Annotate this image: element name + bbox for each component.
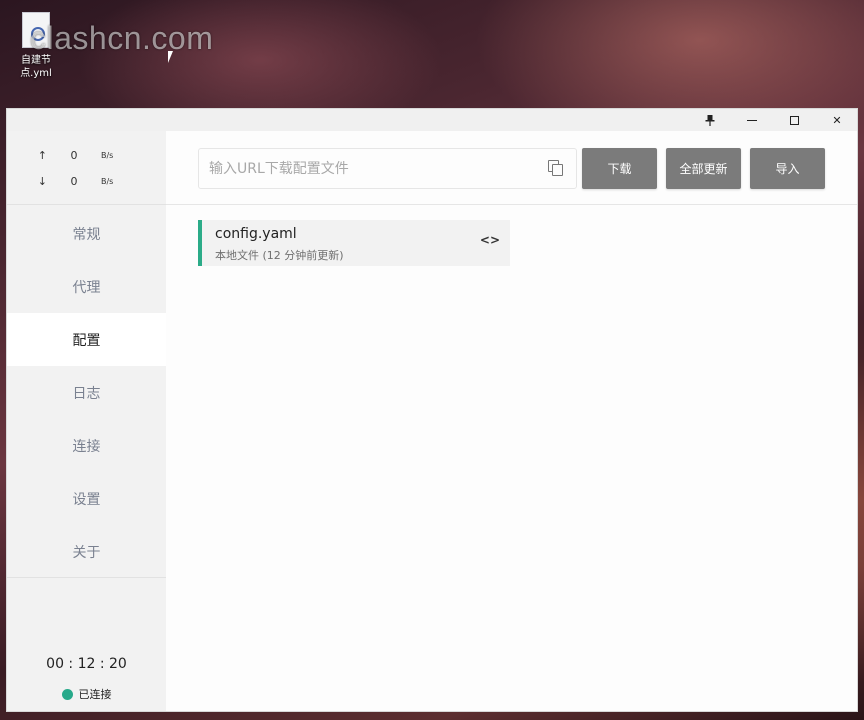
desktop-file-label: 自建节点.yml xyxy=(20,55,52,79)
upload-arrow-icon: ↑ xyxy=(37,148,47,162)
sidebar-nav: 常规 代理 配置 日志 连接 设置 关于 xyxy=(7,205,166,578)
minimize-button[interactable] xyxy=(732,109,772,131)
url-input[interactable] xyxy=(198,148,577,189)
watermark-text: clashcn.com xyxy=(30,20,214,56)
mouse-cursor-icon xyxy=(168,51,173,63)
pin-button[interactable] xyxy=(690,109,730,131)
sidebar-item-settings[interactable]: 设置 xyxy=(7,472,166,525)
upload-speed: ↑ 0 B/s xyxy=(7,142,166,168)
profiles-header: 下载 全部更新 导入 xyxy=(166,131,857,205)
update-all-button[interactable]: 全部更新 xyxy=(666,148,741,189)
sidebar-item-connections[interactable]: 连接 xyxy=(7,419,166,472)
traffic-panel: ↑ 0 B/s ↓ 0 B/s xyxy=(7,131,166,205)
profile-name: config.yaml xyxy=(215,226,297,242)
download-speed: ↓ 0 B/s xyxy=(7,168,166,194)
sidebar-item-logs[interactable]: 日志 xyxy=(7,366,166,419)
sidebar-item-profiles[interactable]: 配置 xyxy=(7,313,166,366)
maximize-icon xyxy=(789,115,799,125)
close-icon: ✕ xyxy=(832,113,842,127)
close-button[interactable]: ✕ xyxy=(817,109,857,131)
sidebar-item-general[interactable]: 常规 xyxy=(7,207,166,260)
upload-unit: B/s xyxy=(101,150,114,160)
connection-status-label: 已连接 xyxy=(78,688,112,701)
import-button[interactable]: 导入 xyxy=(750,148,825,189)
status-dot-icon xyxy=(61,688,73,700)
app-window: ✕ ↑ 0 B/s ↓ 0 B/s 常规 代理 配置 日志 连接 设置 关于 0… xyxy=(6,108,858,712)
maximize-button[interactable] xyxy=(774,109,814,131)
pin-icon xyxy=(705,114,715,126)
sidebar-item-about[interactable]: 关于 xyxy=(7,525,166,578)
connection-status: 已连接 xyxy=(7,686,166,702)
paste-icon[interactable] xyxy=(548,160,564,176)
titlebar: ✕ xyxy=(7,109,857,131)
download-arrow-icon: ↓ xyxy=(37,174,47,188)
download-unit: B/s xyxy=(101,176,114,186)
sidebar: ↑ 0 B/s ↓ 0 B/s 常规 代理 配置 日志 连接 设置 关于 00 … xyxy=(7,131,166,711)
download-button[interactable]: 下载 xyxy=(582,148,657,189)
uptime-timer: 00 : 12 : 20 xyxy=(46,656,127,672)
upload-value: 0 xyxy=(70,148,78,162)
profile-card[interactable]: config.yaml 本地文件 (12 分钟前更新) <> xyxy=(198,220,510,266)
sidebar-footer: 00 : 12 : 20 已连接 xyxy=(7,577,166,711)
minimize-icon xyxy=(747,119,757,121)
main-panel: 下载 全部更新 导入 config.yaml 本地文件 (12 分钟前更新) <… xyxy=(166,131,857,711)
profile-meta: 本地文件 (12 分钟前更新) xyxy=(215,249,344,262)
sidebar-item-proxies[interactable]: 代理 xyxy=(7,260,166,313)
download-value: 0 xyxy=(70,174,78,188)
code-edit-icon[interactable]: <> xyxy=(480,233,500,247)
